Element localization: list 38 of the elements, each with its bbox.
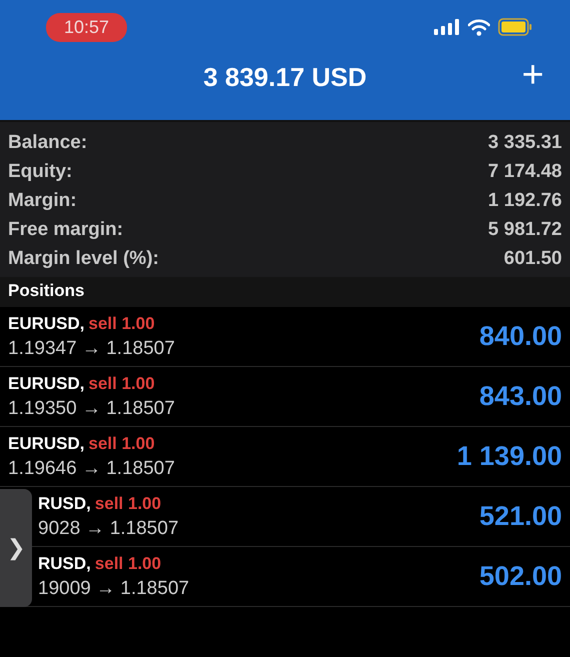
order-type: sell 1.00 [88,434,155,452]
signal-icon [434,19,460,35]
add-button[interactable]: + [522,56,544,94]
summary-label: Equity: [8,160,72,182]
price-range: 1.19350 → 1.18507 [8,398,175,420]
profit-value: 843.00 [479,381,562,412]
order-type: sell 1.00 [88,314,155,332]
summary-value: 601.50 [504,248,562,270]
profit-value: 502.00 [479,561,562,592]
profit-value: 840.00 [479,321,562,352]
price-range: 9028 → 1.18507 [38,518,179,540]
position-symbol: EURUSD, [8,434,85,452]
summary-label: Margin level (%): [8,248,159,270]
position-symbol: RUSD, [38,494,91,512]
order-type: sell 1.00 [94,554,162,572]
order-type: sell 1.00 [88,374,155,392]
summary-value: 1 192.76 [488,190,562,212]
position-symbol: EURUSD, [8,374,85,392]
section-title: Positions [8,281,85,300]
summary-label: Free margin: [8,218,124,240]
side-handle[interactable]: ❯ [0,489,32,607]
balance-title: 3 839.17 USD [203,62,367,92]
battery-icon [498,18,532,36]
profit-value: 1 139.00 [456,441,562,472]
summary-value: 7 174.48 [488,160,562,182]
order-type: sell 1.00 [94,494,162,512]
summary-label: Balance: [8,132,88,154]
summary-value: 3 335.31 [488,132,562,154]
profit-value: 521.00 [479,501,562,532]
summary-value: 5 981.72 [488,218,562,240]
price-range: 1.19347 → 1.18507 [8,338,175,360]
position-symbol: RUSD, [38,554,91,572]
summary-label: Margin: [8,190,77,212]
wifi-icon [468,18,490,36]
status-time: 10:57 [46,12,128,42]
price-range: 19009 → 1.18507 [38,578,190,600]
position-symbol: EURUSD, [8,314,85,332]
price-range: 1.19646 → 1.18507 [8,458,175,480]
